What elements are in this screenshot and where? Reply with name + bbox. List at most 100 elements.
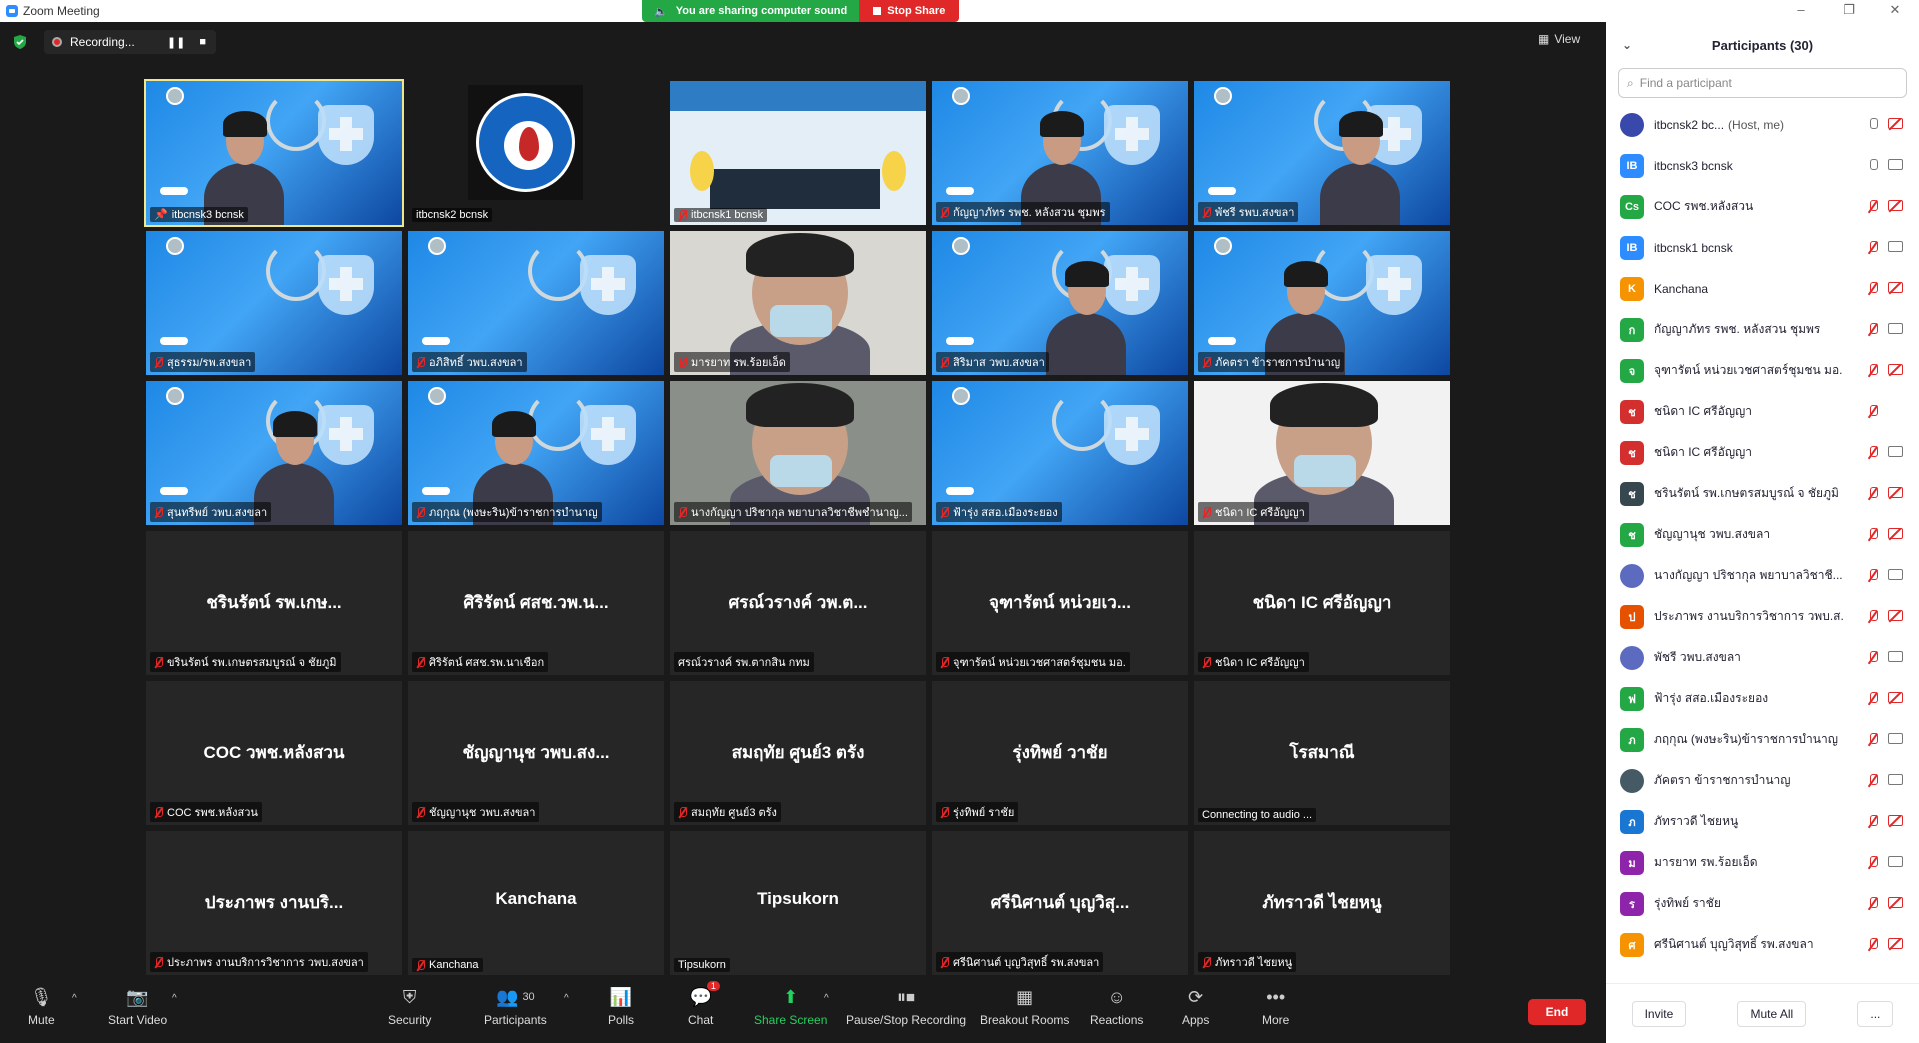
share-options-caret-icon[interactable]: ^ [824,993,829,1004]
participant-video-tile[interactable]: พัชรี รพบ.สงขลา [1194,81,1450,225]
participant-list-item[interactable]: ม มารยาท รพ.ร้อยเอ็ด [1606,842,1919,883]
participant-list-item[interactable]: จ จุฑารัตน์ หน่วยเวชศาสตร์ชุมชน มอ. [1606,350,1919,391]
stop-recording-icon[interactable]: ■ [199,36,206,49]
microphone-muted-icon[interactable] [1868,569,1878,582]
start-video-button[interactable]: 📷 Start Video [108,987,167,1028]
minimize-icon[interactable]: – [1786,2,1816,17]
participant-list-item[interactable]: ช ชัญญานุช วพบ.สงขลา [1606,514,1919,555]
participant-list-item[interactable]: ก กัญญาภัทร รพช. หลังสวน ชุมพร [1606,309,1919,350]
participant-video-tile[interactable]: ภัคตรา ข้าราชการบำนาญ [1194,231,1450,375]
participant-search-input[interactable]: ⌕ Find a participant [1618,68,1907,98]
participant-video-tile[interactable]: นางกัญญา ปริชากุล พยาบาลวิชาชีพชำนาญ... [670,381,926,525]
restore-icon[interactable]: ❐ [1834,2,1864,18]
participant-video-tile[interactable]: ชรินรัตน์ รพ.เกษ... ขรินรัตน์ รพ.เกษตรสมบ… [146,531,402,675]
participant-video-tile[interactable]: itbcnsk2 bcnsk [408,81,664,225]
participant-list-item[interactable]: Cs COC รพช.หลังสวน [1606,186,1919,227]
participant-video-tile[interactable]: สิริมาส วพบ.สงขลา [932,231,1188,375]
video-off-icon[interactable] [1888,528,1903,539]
chevron-down-icon[interactable]: ⌄ [1622,38,1632,52]
microphone-muted-icon[interactable] [1868,528,1878,541]
end-meeting-button[interactable]: End [1528,999,1586,1025]
view-button[interactable]: ▦ View [1538,32,1580,46]
microphone-muted-icon[interactable] [1868,815,1878,828]
microphone-muted-icon[interactable] [1868,897,1878,910]
more-options-button[interactable]: ... [1857,1000,1894,1027]
video-icon[interactable] [1888,774,1903,785]
more-button[interactable]: ••• More [1262,987,1289,1028]
microphone-muted-icon[interactable] [1868,241,1878,254]
video-off-icon[interactable] [1888,118,1903,129]
participant-video-tile[interactable]: ชัญญานุช วพบ.สง... ชัญญานุช วพบ.สงขลา [408,681,664,825]
close-icon[interactable]: ✕ [1880,2,1910,18]
participant-video-tile[interactable]: อภิสิทธิ์ วพบ.สงขลา [408,231,664,375]
participant-list-item[interactable]: IB itbcnsk1 bcnsk [1606,227,1919,268]
participant-video-tile[interactable]: Tipsukorn Tipsukorn [670,831,926,975]
participant-video-tile[interactable]: ฟ้ารุ่ง สสอ.เมืองระยอง [932,381,1188,525]
pause-stop-recording-button[interactable]: ⏸⏹ Pause/Stop Recording [846,987,966,1028]
video-off-icon[interactable] [1888,692,1903,703]
participant-list-item[interactable]: ฟ ฟ้ารุ่ง สสอ.เมืองระยอง [1606,678,1919,719]
participant-video-tile[interactable]: สุนทรีพย์ วพบ.สงขลา [146,381,402,525]
microphone-muted-icon[interactable] [1868,323,1878,336]
microphone-muted-icon[interactable] [1868,692,1878,705]
mute-button[interactable]: 🎙 Mute [28,987,55,1028]
microphone-muted-icon[interactable] [1868,282,1878,295]
participant-video-tile[interactable]: สมฤทัย ศูนย์3 ตรัง สมฤทัย ศูนย์3 ตรัง [670,681,926,825]
participant-video-tile[interactable]: มารยาท รพ.ร้อยเอ็ด [670,231,926,375]
video-off-icon[interactable] [1888,897,1903,908]
participant-video-tile[interactable]: ชนิดา IC ศรีอัญญา [1194,381,1450,525]
video-icon[interactable] [1888,651,1903,662]
video-off-icon[interactable] [1888,282,1903,293]
video-icon[interactable] [1888,856,1903,867]
participant-list-item[interactable]: ภ ภัทราวดี ไชยหนู [1606,801,1919,842]
participant-video-tile[interactable]: ศรีนิศานต์ บุญวิสุ... ศรีนิศานต์ บุญวิสุท… [932,831,1188,975]
participant-list-item[interactable]: ป ประภาพร งานบริการวิชาการ วพบ.ส... [1606,596,1919,637]
microphone-muted-icon[interactable] [1868,446,1878,459]
participant-list-item[interactable]: IB itbcnsk3 bcnsk [1606,145,1919,186]
microphone-muted-icon[interactable] [1868,733,1878,746]
participant-video-tile[interactable]: ภัทราวดี ไชยหนู ภัทราวดี ไชยหนู [1194,831,1450,975]
video-icon[interactable] [1888,241,1903,252]
participant-video-tile[interactable]: 📌 itbcnsk3 bcnsk [144,79,404,227]
participant-video-tile[interactable]: COC วพช.หลังสวน COC รพช.หลังสวน [146,681,402,825]
share-screen-button[interactable]: ⬆ Share Screen [754,987,827,1028]
chat-button[interactable]: 💬 1 Chat [688,981,720,1027]
participant-video-tile[interactable]: สุธรรม/รพ.สงขลา [146,231,402,375]
microphone-muted-icon[interactable] [1868,856,1878,869]
participant-list-item[interactable]: itbcnsk2 bc... (Host, me) [1606,104,1919,145]
participant-list-item[interactable]: ช ชรินรัตน์ รพ.เกษตรสมบูรณ์ จ ชัยภูมิ [1606,473,1919,514]
participant-list-item[interactable]: ศ ศรีนิศานต์ บุญวิสุทธิ์ รพ.สงขลา [1606,924,1919,965]
participant-video-tile[interactable]: Kanchana Kanchana [408,831,664,975]
video-off-icon[interactable] [1888,815,1903,826]
participants-options-caret-icon[interactable]: ^ [564,993,569,1004]
video-off-icon[interactable] [1888,487,1903,498]
participant-video-tile[interactable]: ภฤกุณ (พงษะริน)ข้าราชการบำนาญ [408,381,664,525]
pause-recording-icon[interactable]: ❚❚ [167,36,185,49]
stop-share-button[interactable]: Stop Share [859,0,960,22]
mute-all-button[interactable]: Mute All [1737,1000,1807,1027]
participant-list-item[interactable]: K Kanchana [1606,268,1919,309]
microphone-muted-icon[interactable] [1868,774,1878,787]
microphone-muted-icon[interactable] [1868,651,1878,664]
video-off-icon[interactable] [1888,938,1903,949]
microphone-muted-icon[interactable] [1868,200,1878,213]
apps-button[interactable]: ⟳ Apps [1182,987,1209,1028]
breakout-rooms-button[interactable]: ▦ Breakout Rooms [980,987,1069,1028]
participant-list-item[interactable]: พัชรี วพบ.สงขลา [1606,637,1919,678]
participant-video-tile[interactable]: รุ่งทิพย์ วาชัย รุ่งทิพย์ ราชัย [932,681,1188,825]
video-icon[interactable] [1888,569,1903,580]
participant-video-tile[interactable]: จุฑารัตน์ หน่วยเว... จุฑารัตน์ หน่วยเวชศา… [932,531,1188,675]
video-options-caret-icon[interactable]: ^ [172,993,177,1004]
participants-button[interactable]: 👥 30 Participants [484,987,547,1028]
microphone-icon[interactable] [1868,118,1878,131]
video-icon[interactable] [1888,446,1903,457]
participant-video-tile[interactable]: กัญญาภัทร รพช. หลังสวน ชุมพร [932,81,1188,225]
encryption-shield-icon[interactable] [12,34,28,50]
participant-list-item[interactable]: ร รุ่งทิพย์ ราชัย [1606,883,1919,924]
video-icon[interactable] [1888,733,1903,744]
video-off-icon[interactable] [1888,610,1903,621]
participant-video-tile[interactable]: โรสมาณี Connecting to audio ... [1194,681,1450,825]
microphone-muted-icon[interactable] [1868,487,1878,500]
participant-list-item[interactable]: ช ชนิดา IC ศรีอัญญา [1606,391,1919,432]
video-off-icon[interactable] [1888,200,1903,211]
